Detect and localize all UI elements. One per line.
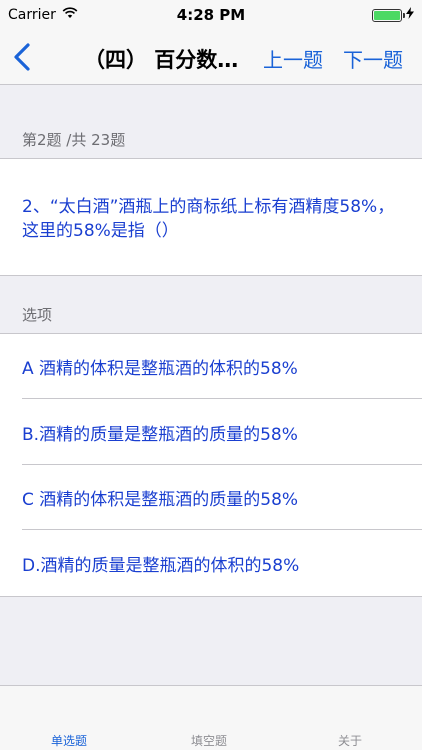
- navigation-bar: （四） 百分数… 上一题 下一题: [0, 30, 422, 85]
- next-question-button[interactable]: 下一题: [343, 44, 403, 73]
- option-label: A 酒精的体积是整瓶酒的体积的58%: [22, 359, 298, 379]
- options-header: 选项: [22, 306, 53, 324]
- tab-single-choice[interactable]: 单选题: [51, 732, 87, 749]
- status-bar: Carrier 4:28 PM: [0, 0, 422, 30]
- battery-icon: [372, 8, 405, 22]
- option-d[interactable]: D.酒精的质量是整瓶酒的体积的58%: [0, 531, 422, 596]
- status-time: 4:28 PM: [176, 6, 246, 24]
- divider: [22, 398, 422, 399]
- charging-icon: [406, 7, 414, 23]
- status-right: [372, 7, 414, 23]
- option-label: C 酒精的体积是整瓶酒的质量的58%: [22, 490, 299, 510]
- option-c[interactable]: C 酒精的体积是整瓶酒的质量的58%: [0, 465, 422, 530]
- option-b[interactable]: B.酒精的质量是整瓶酒的质量的58%: [0, 400, 422, 465]
- tab-bar: 单选题 填空题 关于: [0, 685, 422, 750]
- option-label: B.酒精的质量是整瓶酒的质量的58%: [22, 425, 298, 445]
- divider: [22, 529, 422, 530]
- question-card: 2、“太白酒”酒瓶上的商标纸上标有酒精度58%，这里的58%是指（）: [0, 158, 422, 276]
- options-list: A 酒精的体积是整瓶酒的体积的58% B.酒精的质量是整瓶酒的质量的58% C …: [0, 333, 422, 597]
- page-title: （四） 百分数…: [84, 48, 239, 72]
- option-label: D.酒精的质量是整瓶酒的体积的58%: [22, 556, 300, 576]
- question-counter: 第2题 /共 23题: [22, 131, 126, 149]
- previous-question-button[interactable]: 上一题: [263, 44, 323, 73]
- back-button[interactable]: [10, 42, 34, 72]
- tab-about[interactable]: 关于: [338, 732, 362, 749]
- question-text: 2、“太白酒”酒瓶上的商标纸上标有酒精度58%，这里的58%是指（）: [22, 197, 395, 241]
- chevron-left-icon: [14, 43, 30, 71]
- tab-fill-in-blank[interactable]: 填空题: [191, 732, 227, 749]
- option-a[interactable]: A 酒精的体积是整瓶酒的体积的58%: [0, 334, 422, 399]
